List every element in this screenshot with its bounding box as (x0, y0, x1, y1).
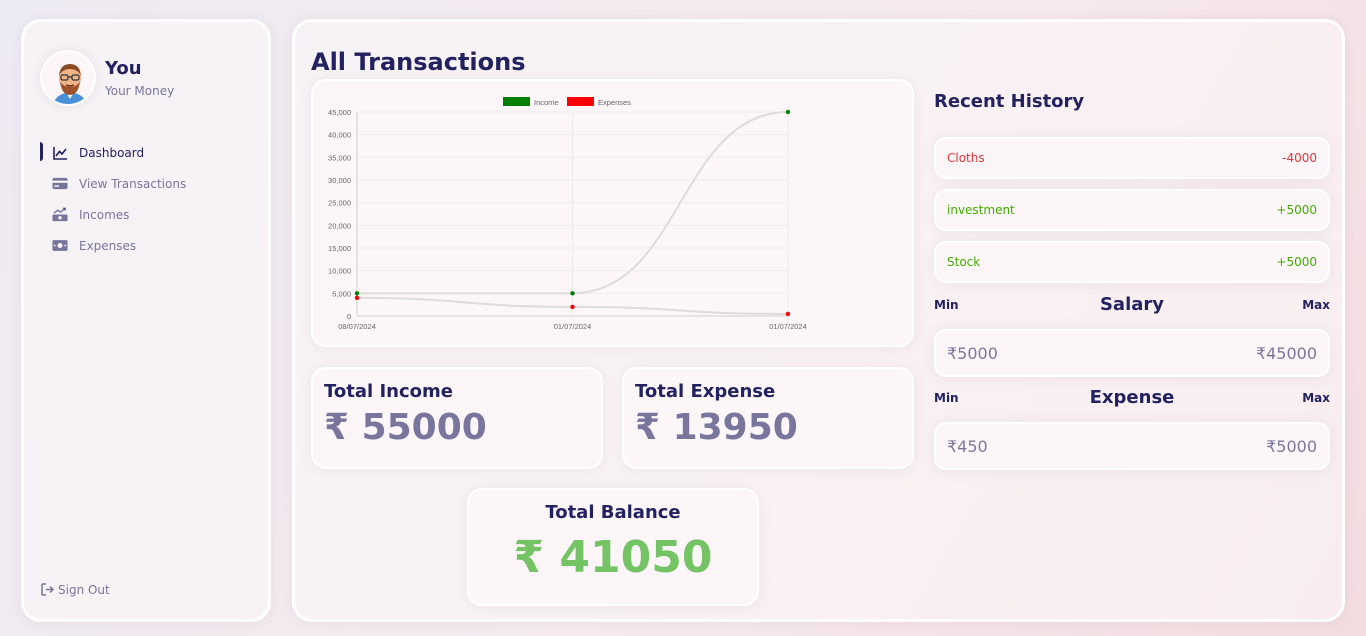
expense-range-header: Min Expense Max (934, 387, 1330, 411)
line-chart: 0 5,000 10,000 15,000 20,000 25,000 30,000 35,0… (328, 97, 807, 331)
y-tick-label: 0 (347, 312, 351, 321)
sign-out-button[interactable]: Sign Out (41, 583, 110, 597)
salary-range-header: Min Salary Max (934, 294, 1330, 318)
sidebar-item-view-transactions[interactable]: View Transactions (24, 168, 268, 199)
transactions-chart: 0 5,000 10,000 15,000 20,000 25,000 30,000 35,0… (311, 79, 914, 347)
history-item: Stock +5000 (934, 241, 1330, 283)
sidebar-item-incomes[interactable]: Incomes (24, 199, 268, 230)
expense-min-value: ₹450 (947, 436, 988, 456)
sidebar-item-label: Incomes (79, 207, 130, 222)
sign-out-label: Sign Out (58, 583, 110, 597)
salary-max-label: Max (1302, 298, 1330, 312)
data-point-expenses (570, 304, 575, 310)
total-income-label: Total Income (324, 381, 453, 402)
sidebar-item-label: Dashboard (79, 145, 145, 160)
data-point-income (570, 291, 575, 296)
y-tick-label: 35,000 (328, 153, 351, 162)
total-income-card: Total Income ₹ 55000 (311, 367, 603, 469)
y-tick-label: 10,000 (328, 267, 351, 276)
sidebar: You Your Money Dashboard View Transactio… (21, 19, 271, 622)
salary-max-value: ₹45000 (1255, 343, 1317, 363)
history-item-title: Stock (947, 255, 981, 269)
total-expense-value: ₹ 13950 (635, 407, 798, 448)
y-tick-label: 45,000 (328, 108, 351, 117)
salary-range-box: ₹5000 ₹45000 (934, 329, 1330, 377)
y-tick-label: 15,000 (328, 244, 351, 253)
expense-max-value: ₹5000 (1266, 436, 1317, 456)
total-expense-label: Total Expense (635, 381, 776, 402)
expense-max-label: Max (1302, 391, 1330, 405)
y-tick-label: 30,000 (328, 176, 351, 185)
sidebar-menu: Dashboard View Transactions Incomes Expe… (24, 137, 268, 261)
history-item: investment +5000 (934, 189, 1330, 231)
x-tick-label: 01/07/2024 (769, 322, 807, 331)
recent-history-title: Recent History (934, 91, 1085, 112)
user-avatar (40, 50, 96, 106)
expense-range-title: Expense (1089, 387, 1175, 408)
total-balance-card: Total Balance ₹ 41050 (467, 488, 759, 606)
data-point-income (354, 291, 360, 296)
history-item-title: investment (947, 203, 1015, 217)
user-name: You (105, 58, 142, 79)
salary-range-title: Salary (1099, 294, 1165, 315)
history-item-amount: +5000 (1276, 203, 1317, 217)
y-tick-label: 40,000 (328, 131, 351, 140)
history-item: Cloths -4000 (934, 137, 1330, 179)
history-item-amount: +5000 (1276, 255, 1317, 269)
total-expense-card: Total Expense ₹ 13950 (622, 367, 914, 469)
main-panel: All Transactions 0 5,000 10,000 15,000 20,00… (292, 19, 1345, 622)
data-point-income (785, 109, 791, 115)
sidebar-item-dashboard[interactable]: Dashboard (24, 137, 268, 168)
y-tick-label: 25,000 (328, 199, 351, 208)
data-point-expenses (785, 311, 791, 317)
sidebar-item-expenses[interactable]: Expenses (24, 230, 268, 261)
total-income-value: ₹ 55000 (324, 407, 487, 448)
data-point-expenses (354, 295, 360, 301)
money-bill-trend-icon (52, 207, 68, 223)
history-item-title: Cloths (947, 151, 985, 165)
x-tick-label: 01/07/2024 (554, 322, 592, 331)
y-tick-label: 20,000 (328, 221, 351, 230)
history-item-amount: -4000 (1282, 151, 1317, 165)
line-chart-icon (52, 145, 68, 161)
legend-label-income: Income (534, 98, 559, 107)
legend-swatch-expenses (567, 97, 594, 106)
total-balance-label: Total Balance (545, 502, 681, 523)
salary-min-value: ₹5000 (947, 343, 998, 363)
page-title: All Transactions (311, 48, 526, 76)
legend-label-expenses: Expenses (598, 98, 631, 107)
sign-out-icon (41, 583, 55, 597)
money-bill-icon (52, 238, 68, 254)
expense-range-box: ₹450 ₹5000 (934, 422, 1330, 470)
total-balance-value: ₹ 41050 (513, 532, 713, 583)
sidebar-item-label: Expenses (79, 238, 137, 253)
user-subtitle: Your Money (105, 84, 175, 98)
x-tick-label: 08/07/2024 (338, 322, 376, 331)
credit-card-icon (52, 176, 68, 192)
sidebar-item-label: View Transactions (79, 176, 187, 191)
legend-swatch-income (503, 97, 530, 106)
y-tick-label: 5,000 (332, 289, 351, 298)
